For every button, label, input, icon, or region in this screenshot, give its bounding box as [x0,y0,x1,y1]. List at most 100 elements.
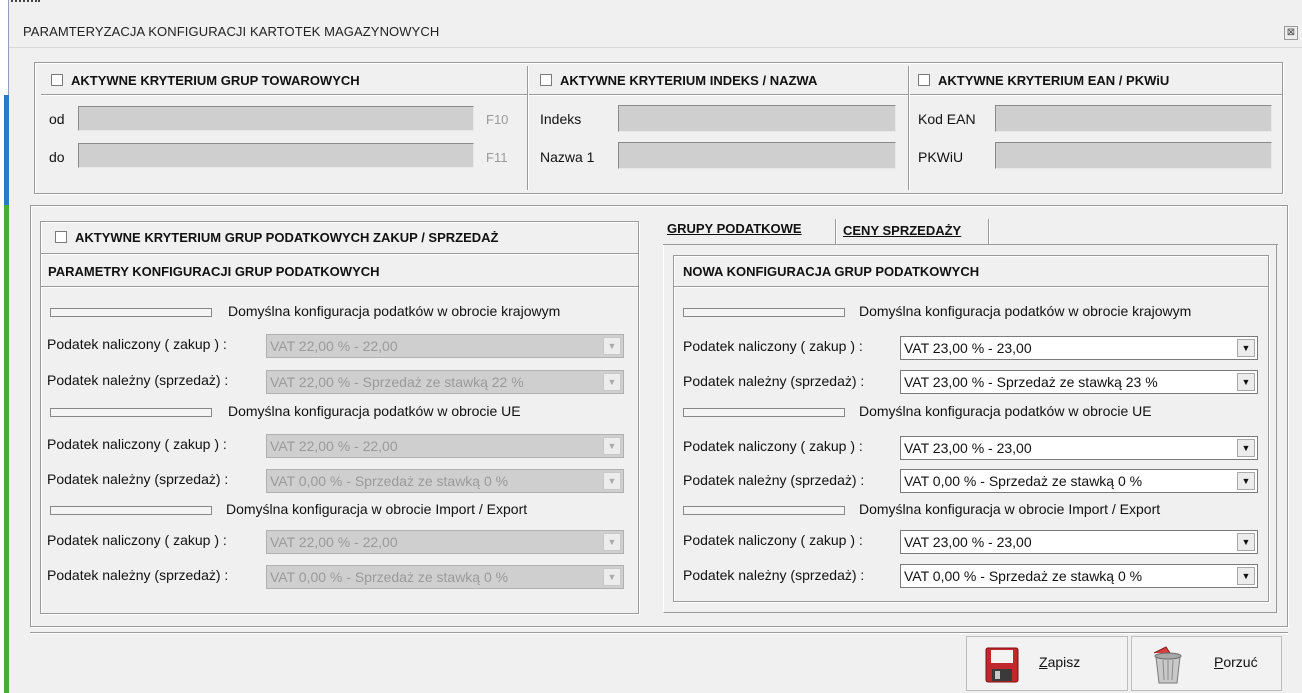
left-g1-purchase-select[interactable]: VAT 22,00 % - 22,00 ▼ [266,334,624,358]
left-group-3-heading: Domyślna konfiguracja w obrocie Import /… [226,501,528,517]
name-field[interactable] [618,142,896,169]
select-value: VAT 22,00 % - 22,00 [270,438,398,454]
left-g3-sale-label: Podatek należny (sprzedaż) : [47,567,229,583]
group-from-field[interactable] [78,106,474,131]
pkwiu-field[interactable] [995,142,1272,169]
section-bar [683,308,845,317]
tab-separator-2 [988,219,990,244]
chevron-down-icon[interactable]: ▼ [603,437,621,455]
tax-criterion-label: AKTYWNE KRYTERIUM GRUP PODATKOWYCH ZAKUP… [75,230,499,245]
right-g2-sale-label: Podatek należny (sprzedaż) : [683,472,865,488]
left-panel-divider-2 [41,286,638,288]
right-section-title: NOWA KONFIGURACJA GRUP PODATKOWYCH [683,264,980,279]
right-g3-purchase-label: Podatek naliczony ( zakup ) : [683,532,863,548]
name-label: Nazwa 1 [540,149,595,165]
section-bar [50,308,212,317]
from-label: od [49,111,65,127]
ean-label: Kod EAN [918,111,976,127]
section-bar [683,408,845,417]
criteria-separator-2 [908,66,910,190]
right-group-3-heading: Domyślna konfiguracja w obrocie Import /… [859,501,1161,517]
left-g3-sale-select[interactable]: VAT 0,00 % - Sprzedaż ze stawką 0 % ▼ [266,565,624,589]
chevron-down-icon[interactable]: ▼ [1237,472,1255,490]
right-g1-purchase-select[interactable]: VAT 23,00 % - 23,00 ▼ [900,336,1258,360]
left-g2-purchase-select[interactable]: VAT 22,00 % - 22,00 ▼ [266,434,624,458]
checkbox-box[interactable] [540,74,552,86]
select-value: VAT 23,00 % - 23,00 [904,340,1032,356]
index-criterion-label: AKTYWNE KRYTERIUM INDEKS / NAZWA [560,73,818,88]
chevron-down-icon[interactable]: ▼ [1237,373,1255,391]
chevron-down-icon[interactable]: ▼ [603,568,621,586]
checkbox-box[interactable] [918,74,930,86]
ean-criterion-checkbox[interactable]: AKTYWNE KRYTERIUM EAN / PKWiU [918,73,1169,88]
right-g3-sale-label: Podatek należny (sprzedaż) : [683,567,865,583]
title-bar: PARAMTERYZACJA KONFIGURACJI KARTOTEK MAG… [9,8,1302,48]
chevron-down-icon[interactable]: ▼ [1237,339,1255,357]
cancel-label-rest: orzuć [1223,654,1258,670]
index-field[interactable] [618,105,896,132]
tax-criterion-checkbox[interactable]: AKTYWNE KRYTERIUM GRUP PODATKOWYCH ZAKUP… [55,230,498,245]
save-label: Zapisz [1039,654,1080,670]
groups-criterion-checkbox[interactable]: AKTYWNE KRYTERIUM GRUP TOWAROWYCH [51,73,360,88]
left-g1-purchase-label: Podatek naliczony ( zakup ) : [47,336,227,352]
checkbox-box[interactable] [55,231,67,243]
select-value: VAT 23,00 % - 23,00 [904,440,1032,456]
tab-tax-groups[interactable]: GRUPY PODATKOWE [667,221,802,236]
right-group-2-heading: Domyślna konfiguracja podatków w obrocie… [859,403,1152,419]
window-title: PARAMTERYZACJA KONFIGURACJI KARTOTEK MAG… [23,24,440,39]
left-group-2-heading: Domyślna konfiguracja podatków w obrocie… [228,403,521,419]
ean-criterion-label: AKTYWNE KRYTERIUM EAN / PKWiU [938,73,1170,88]
trash-bin-icon [1153,646,1182,684]
right-g2-purchase-select[interactable]: VAT 23,00 % - 23,00 ▼ [900,436,1258,460]
chevron-down-icon[interactable]: ▼ [603,373,621,391]
select-value: VAT 22,00 % - Sprzedaż ze stawką 22 % [270,374,524,390]
select-value: VAT 22,00 % - 22,00 [270,338,398,354]
section-bar [50,408,212,417]
left-g1-sale-label: Podatek należny (sprzedaż) : [47,372,229,388]
right-g3-sale-select[interactable]: VAT 0,00 % - Sprzedaż ze stawką 0 % ▼ [900,564,1258,588]
save-label-rest: apisz [1047,654,1081,670]
left-edge-green-strip [4,205,9,693]
left-g1-sale-select[interactable]: VAT 22,00 % - Sprzedaż ze stawką 22 % ▼ [266,370,624,394]
to-label: do [49,149,65,165]
save-label-mnemonic: Z [1039,654,1048,670]
chevron-down-icon[interactable]: ▼ [603,472,621,490]
index-criterion-checkbox[interactable]: AKTYWNE KRYTERIUM INDEKS / NAZWA [540,73,817,88]
chevron-down-icon[interactable]: ▼ [1237,439,1255,457]
close-icon[interactable]: ⊠ [1284,26,1298,40]
left-g3-purchase-select[interactable]: VAT 22,00 % - 22,00 ▼ [266,530,624,554]
right-g3-purchase-select[interactable]: VAT 23,00 % - 23,00 ▼ [900,530,1258,554]
section-bar [683,506,845,515]
right-g2-sale-select[interactable]: VAT 0,00 % - Sprzedaż ze stawką 0 % ▼ [900,469,1258,493]
group-to-field[interactable] [78,143,474,168]
tab-sale-prices[interactable]: CENY SPRZEDAŻY [843,223,961,238]
left-section-title: PARAMETRY KONFIGURACJI GRUP PODATKOWYCH [48,264,380,279]
select-value: VAT 23,00 % - 23,00 [904,534,1032,550]
right-g1-sale-select[interactable]: VAT 23,00 % - Sprzedaż ze stawką 23 % ▼ [900,370,1258,394]
select-value: VAT 23,00 % - Sprzedaż ze stawką 23 % [904,374,1158,390]
cancel-button[interactable]: Porzuć [1131,636,1282,691]
right-group-1-heading: Domyślna konfiguracja podatków w obrocie… [859,303,1192,319]
left-group-1-heading: Domyślna konfiguracja podatków w obrocie… [228,303,561,319]
left-g3-purchase-label: Podatek naliczony ( zakup ) : [47,532,227,548]
checkbox-box[interactable] [51,74,63,86]
select-value: VAT 22,00 % - 22,00 [270,534,398,550]
cancel-label: Porzuć [1214,654,1258,670]
index-label: Indeks [540,111,582,127]
chevron-down-icon[interactable]: ▼ [603,533,621,551]
chevron-down-icon[interactable]: ▼ [1237,533,1255,551]
f10-hint: F10 [486,112,509,127]
criteria-separator-1 [527,66,529,190]
right-g2-purchase-label: Podatek naliczony ( zakup ) : [683,438,863,454]
left-g2-sale-label: Podatek należny (sprzedaż) : [47,471,229,487]
left-g2-purchase-label: Podatek naliczony ( zakup ) : [47,436,227,452]
pkwiu-label: PKWiU [918,149,964,165]
groups-criterion-label: AKTYWNE KRYTERIUM GRUP TOWAROWYCH [71,73,360,88]
select-value: VAT 0,00 % - Sprzedaż ze stawką 0 % [904,473,1143,489]
ean-field[interactable] [995,105,1272,132]
chevron-down-icon[interactable]: ▼ [1237,567,1255,585]
left-g2-sale-select[interactable]: VAT 0,00 % - Sprzedaż ze stawką 0 % ▼ [266,469,624,493]
chevron-down-icon[interactable]: ▼ [603,337,621,355]
right-g1-sale-label: Podatek należny (sprzedaż) : [683,373,865,389]
save-button[interactable]: Zapisz [966,636,1128,691]
